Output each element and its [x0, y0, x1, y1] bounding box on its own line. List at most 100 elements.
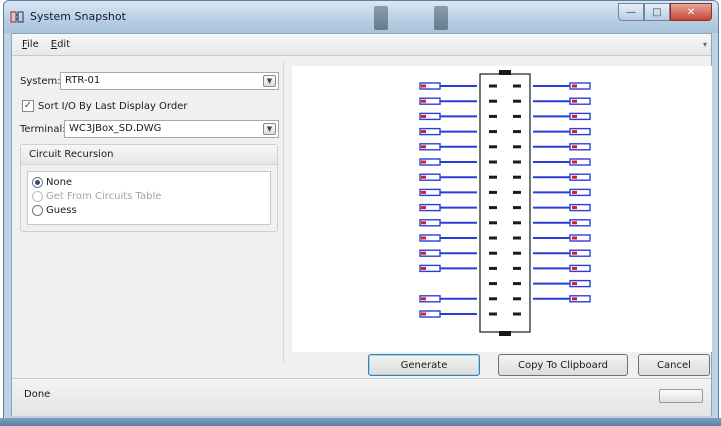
wire-marker-left [421, 190, 426, 194]
wire-marker-left [421, 297, 426, 301]
terminal-cap-top [499, 70, 511, 75]
menu-file[interactable]: File [22, 39, 39, 50]
copy-to-clipboard-button[interactable]: Copy To Clipboard [498, 354, 628, 376]
wire-marker-left [421, 221, 426, 225]
terminal-slot-left [489, 130, 497, 134]
wire-marker-right [572, 190, 577, 194]
terminal-block [479, 73, 531, 333]
status-bar: Done [12, 378, 711, 416]
terminal-slot-left [489, 266, 497, 270]
terminal-slot-right [513, 130, 521, 134]
pane-splitter[interactable] [283, 62, 289, 364]
wire-marker-left [421, 312, 426, 316]
terminal-combo[interactable]: WC3JBox_SD.DWG ▼ [64, 120, 279, 138]
terminal-slot-right [513, 282, 521, 286]
wire-marker-right [572, 160, 577, 164]
preview-pane [292, 66, 712, 352]
menu-overflow-icon[interactable]: ▾ [703, 40, 709, 50]
sort-label: Sort I/O By Last Display Order [38, 101, 188, 112]
menu-bar: File Edit ▾ [12, 34, 711, 56]
minimize-button[interactable]: — [618, 3, 644, 21]
close-button[interactable]: ✕ [670, 3, 712, 21]
radio-get-from-circuits-table: Get From Circuits Table [32, 191, 161, 202]
cancel-button[interactable]: Cancel [638, 354, 710, 376]
circuit-recursion-group: Circuit Recursion None Get From Circuits… [20, 144, 278, 232]
radio-unselected-icon [32, 191, 43, 202]
wire-marker-right [572, 84, 577, 88]
taskbar-strip [0, 418, 721, 426]
wire-marker-right [572, 130, 577, 134]
generate-button[interactable]: Generate [368, 354, 480, 376]
terminal-slot-right [513, 221, 521, 225]
sort-checkbox[interactable]: ✓ [22, 100, 34, 112]
terminal-slot-right [513, 266, 521, 270]
wire-marker-right [572, 236, 577, 240]
radio-guess[interactable]: Guess [32, 205, 77, 216]
terminal-cap-bottom [499, 331, 511, 336]
system-value: RTR-01 [65, 75, 101, 86]
wire-marker-right [572, 251, 577, 255]
wire-marker-left [421, 84, 426, 88]
terminal-slot-right [513, 312, 521, 316]
terminal-slot-right [513, 251, 521, 255]
terminal-label: Terminal: [20, 124, 66, 135]
wire-marker-right [572, 145, 577, 149]
terminal-slot-left [489, 221, 497, 225]
app-icon [10, 11, 24, 23]
chevron-down-icon[interactable]: ▼ [263, 123, 276, 135]
terminal-slot-right [513, 190, 521, 194]
terminal-slot-left [489, 190, 497, 194]
wire-marker-right [572, 297, 577, 301]
radio-none-label: None [46, 177, 73, 188]
terminal-slot-right [513, 114, 521, 118]
terminal-slot-left [489, 236, 497, 240]
terminal-slot-right [513, 84, 521, 88]
maximize-button[interactable]: □ [644, 3, 670, 21]
menu-edit[interactable]: Edit [51, 39, 70, 50]
close-icon: ✕ [686, 6, 696, 18]
terminal-slot-left [489, 160, 497, 164]
radio-circuits-table-label: Get From Circuits Table [46, 191, 162, 202]
terminal-slot-left [489, 145, 497, 149]
circuit-recursion-title: Circuit Recursion [21, 145, 277, 165]
terminal-diagram [419, 70, 591, 336]
background-taskbar-item [434, 6, 448, 30]
radio-selected-icon [32, 177, 43, 188]
app-window: System Snapshot — □ ✕ File Edit ▾ System… [3, 0, 719, 422]
menu-file-label: ile [27, 39, 39, 50]
status-text: Done [24, 389, 51, 400]
chevron-down-icon[interactable]: ▼ [263, 75, 276, 87]
maximize-icon: □ [652, 6, 662, 18]
wire-marker-right [572, 221, 577, 225]
terminal-slot-left [489, 99, 497, 103]
terminal-slot-right [513, 145, 521, 149]
radio-guess-label: Guess [46, 205, 77, 216]
status-progress [659, 389, 703, 403]
wire-marker-right [572, 114, 577, 118]
system-label: System: [20, 76, 61, 87]
terminal-slot-right [513, 297, 521, 301]
options-pane: System: RTR-01 ▼ ✓ Sort I/O By Last Disp… [12, 60, 282, 366]
terminal-slot-left [489, 175, 497, 179]
title-bar[interactable]: System Snapshot — □ ✕ [4, 1, 718, 33]
generate-label: Generate [400, 359, 448, 371]
wire-marker-left [421, 266, 426, 270]
window-title: System Snapshot [30, 10, 126, 23]
minimize-icon: — [626, 6, 636, 18]
cancel-label: Cancel [657, 359, 691, 371]
wire-marker-left [421, 251, 426, 255]
wire-marker-right [572, 282, 577, 286]
terminal-slot-right [513, 206, 521, 210]
terminal-slot-left [489, 312, 497, 316]
terminal-slot-left [489, 251, 497, 255]
wire-marker-left [421, 160, 426, 164]
terminal-value: WC3JBox_SD.DWG [69, 123, 162, 134]
radio-none[interactable]: None [32, 177, 72, 188]
terminal-slot-left [489, 114, 497, 118]
system-combo[interactable]: RTR-01 ▼ [60, 72, 279, 90]
wire-marker-left [421, 99, 426, 103]
terminal-slot-right [513, 175, 521, 179]
recursion-options: None Get From Circuits Table Guess [27, 171, 271, 225]
wire-marker-left [421, 206, 426, 210]
window-controls: — □ ✕ [618, 3, 712, 21]
